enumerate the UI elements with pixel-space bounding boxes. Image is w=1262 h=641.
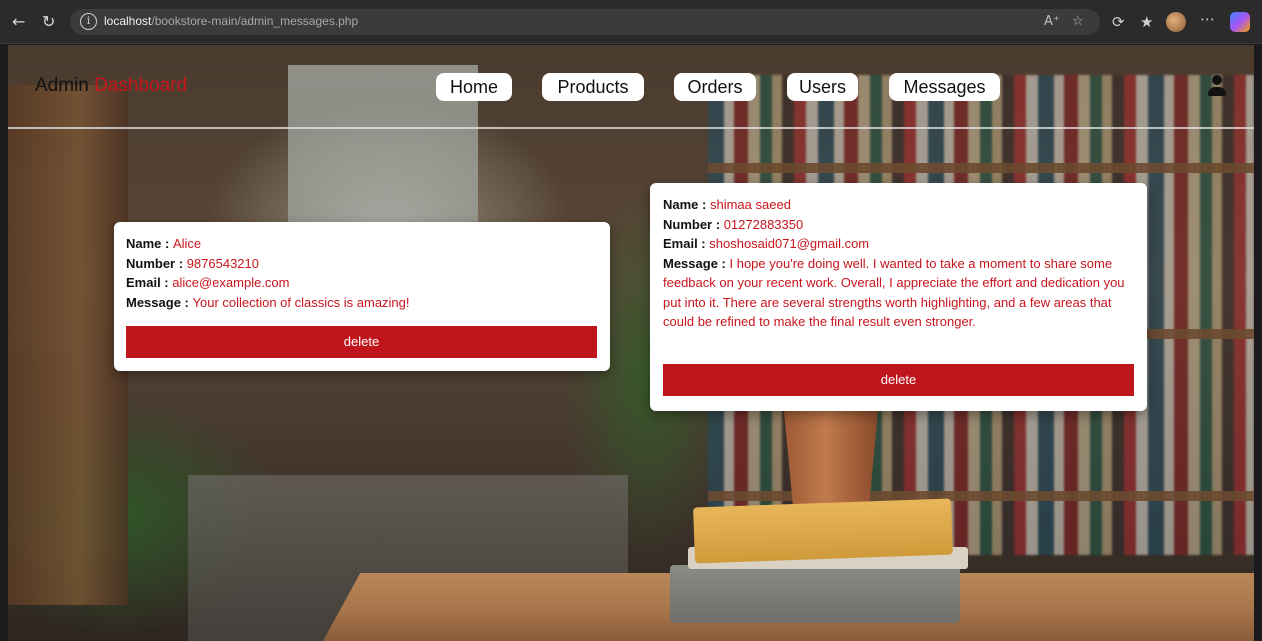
nav-orders[interactable]: Orders	[674, 73, 756, 101]
message-card: Name : shimaa saeed Number : 01272883350…	[650, 183, 1147, 411]
url-path: /bookstore-main/admin_messages.php	[151, 14, 359, 28]
message-number-row: Number : 01272883350	[663, 215, 1137, 235]
message-text: Your collection of classics is amazing!	[192, 294, 410, 310]
nav-products[interactable]: Products	[542, 73, 644, 101]
message-text-row: Message : I hope you're doing well. I wa…	[663, 254, 1137, 332]
background-plant-pot	[784, 411, 878, 511]
nav-users[interactable]: Users	[787, 73, 858, 101]
name-label: Name :	[663, 197, 707, 212]
message-number: 9876543210	[186, 255, 259, 271]
message-text-row: Message : Your collection of classics is…	[126, 293, 598, 313]
nav-home[interactable]: Home	[436, 73, 512, 101]
user-icon-head	[1212, 75, 1222, 85]
favorites-bar-icon[interactable]: ★	[1140, 13, 1153, 31]
message-number-row: Number : 9876543210	[126, 254, 598, 274]
info-icon[interactable]: i	[80, 13, 97, 30]
message-name: shimaa saeed	[709, 197, 791, 212]
message-label: Message :	[126, 294, 189, 310]
number-label: Number :	[126, 255, 184, 271]
collections-icon[interactable]: ⟳	[1112, 13, 1125, 31]
message-name-row: Name : Alice	[126, 234, 598, 254]
message-name-row: Name : shimaa saeed	[663, 195, 1137, 215]
delete-button[interactable]: delete	[126, 326, 597, 358]
message-email: alice@example.com	[172, 275, 290, 290]
more-icon[interactable]: ⋯	[1200, 10, 1215, 28]
message-card: Name : Alice Number : 9876543210 Email :…	[114, 222, 610, 371]
message-name: Alice	[172, 236, 202, 251]
message-email-row: Email : alice@example.com	[126, 273, 598, 293]
logo[interactable]: Admin Dashboard	[35, 75, 187, 97]
background-shelf-board	[708, 163, 1254, 173]
background-shelf-board	[708, 491, 1254, 501]
number-label: Number :	[663, 216, 721, 232]
message-label: Message :	[663, 255, 726, 271]
favorite-star-icon[interactable]: ☆	[1072, 14, 1084, 29]
message-number: 01272883350	[723, 216, 804, 232]
address-bar[interactable]: i localhost/bookstore-main/admin_message…	[70, 9, 1100, 35]
logo-accent-text: Dashboard	[94, 75, 188, 96]
url-host: localhost	[104, 14, 152, 28]
delete-button[interactable]: delete	[663, 364, 1134, 396]
message-details: Name : shimaa saeed Number : 01272883350…	[663, 195, 1137, 332]
back-icon[interactable]: ←	[12, 12, 25, 32]
user-icon-body	[1208, 87, 1226, 96]
refresh-icon[interactable]: ↻	[42, 12, 55, 32]
background-book	[693, 498, 953, 564]
page-viewport: Admin Dashboard Home Products Orders Use…	[8, 45, 1254, 641]
browser-toolbar: ← ↻ i localhost/bookstore-main/admin_mes…	[0, 0, 1262, 44]
read-aloud-icon[interactable]: A⁺	[1044, 14, 1060, 29]
message-details: Name : Alice Number : 9876543210 Email :…	[126, 234, 598, 312]
copilot-icon[interactable]	[1230, 12, 1250, 32]
admin-header: Admin Dashboard Home Products Orders Use…	[8, 45, 1254, 129]
message-text: I hope you're doing well. I wanted to ta…	[663, 255, 1125, 330]
message-email-row: Email : shoshosaid071@gmail.com	[663, 234, 1137, 254]
email-label: Email :	[663, 236, 706, 251]
message-email: shoshosaid071@gmail.com	[709, 236, 870, 251]
profile-avatar-icon[interactable]	[1166, 12, 1186, 32]
user-icon[interactable]	[1208, 75, 1226, 97]
url-text[interactable]: localhost/bookstore-main/admin_messages.…	[104, 14, 358, 28]
logo-text: Admin	[35, 75, 89, 96]
background-left-shelf	[8, 85, 128, 605]
email-label: Email :	[126, 275, 169, 290]
background-book	[670, 565, 960, 623]
nav-messages[interactable]: Messages	[889, 73, 1000, 101]
name-label: Name :	[126, 236, 170, 251]
